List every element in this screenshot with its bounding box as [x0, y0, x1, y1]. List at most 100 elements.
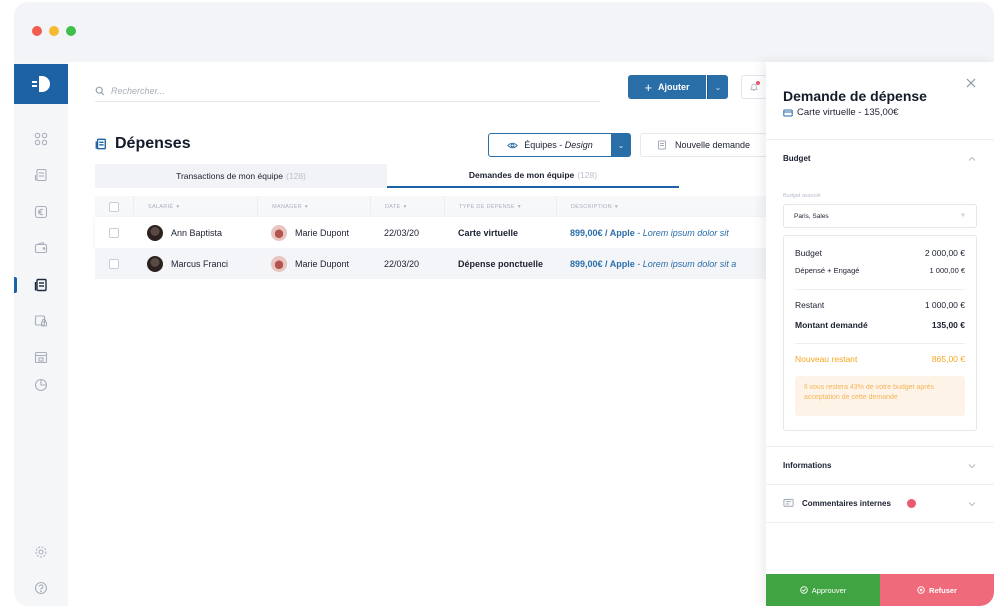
locked-card-icon[interactable]: [33, 313, 49, 329]
description-amount: 899,00€ / Apple: [570, 258, 635, 269]
budget-associated-label: Budget associé: [783, 193, 821, 199]
search-bar: [95, 80, 600, 102]
dashboard-icon[interactable]: [33, 131, 49, 147]
sort-icon: ▾: [517, 203, 521, 210]
description-amount: 899,00€ / Apple: [570, 227, 635, 238]
remaining-value: 1 000,00 €: [924, 300, 965, 310]
filter-prefix: Équipes -: [524, 140, 565, 150]
avatar: [147, 255, 163, 272]
notifications-button[interactable]: [741, 75, 767, 99]
budget-line: Budget 2 000,00 €: [795, 248, 965, 258]
help-icon[interactable]: [33, 580, 49, 596]
close-icon[interactable]: [964, 76, 978, 90]
description-cell: 899,00€ / Apple - Lorem ipsum dolor sit …: [556, 259, 768, 269]
sort-icon: ▾: [176, 203, 180, 210]
sidebar: [14, 62, 68, 606]
expense-type-cell: Dépense ponctuelle: [458, 258, 544, 269]
brand-logo[interactable]: [14, 64, 68, 104]
description-text: - Lorem ipsum dolor sit: [634, 227, 729, 238]
close-window-button[interactable]: [32, 26, 42, 36]
chevron-down-icon: [968, 501, 976, 506]
expenses-icon[interactable]: [33, 277, 49, 293]
tab-count: (128): [577, 170, 598, 180]
add-dropdown-button[interactable]: ⌄: [707, 75, 728, 99]
budget-warning: Il vous restera 43% de votre budget aprè…: [795, 376, 965, 416]
approve-button[interactable]: Approuver: [766, 574, 880, 606]
avatar: [147, 224, 163, 241]
minimize-window-button[interactable]: [49, 26, 59, 36]
add-button[interactable]: + Ajouter: [628, 75, 706, 99]
receipt-icon[interactable]: [33, 167, 49, 183]
column-expense-type[interactable]: TYPE DE DÉPENSE ▾: [444, 196, 556, 217]
x-circle-icon: [917, 586, 925, 594]
refuse-button[interactable]: Refuser: [880, 574, 994, 606]
remaining-line: Restant 1 000,00 €: [795, 300, 965, 310]
tab-label: Demandes de mon équipe: [468, 170, 575, 180]
table-row[interactable]: Ann Baptista Marie Dupont 22/03/20 Carte…: [95, 217, 768, 248]
wallet-icon[interactable]: [33, 240, 49, 256]
budget-section-header[interactable]: Budget: [766, 139, 994, 177]
new-remaining-label: Nouveau restant: [795, 354, 858, 364]
comments-section-header[interactable]: Commentaires internes: [766, 484, 994, 522]
column-description[interactable]: DESCRIPTION ▾: [556, 196, 768, 217]
table-row[interactable]: Marcus Franci Marie Dupont 22/03/20 Dépe…: [95, 248, 768, 279]
select-all-checkbox[interactable]: [109, 201, 119, 212]
caret-down-icon: ▼: [960, 213, 966, 219]
new-request-button[interactable]: Nouvelle demande: [640, 133, 768, 157]
euro-icon[interactable]: [33, 204, 49, 220]
row-select-cell: [95, 227, 133, 238]
panel-subtitle: Carte virtuelle - 135,00€: [783, 107, 898, 118]
select-value: Paris, Sales: [794, 212, 829, 220]
sort-icon: ▾: [304, 203, 308, 210]
manager-name: Marie Dupont: [295, 258, 350, 269]
employee-cell: Marcus Franci: [133, 255, 257, 272]
informations-section-header[interactable]: Informations: [766, 446, 994, 484]
expenses-title-icon: [95, 138, 106, 150]
comments-badge: [906, 499, 916, 508]
search-input[interactable]: [111, 85, 511, 96]
tab-count: (128): [286, 171, 306, 181]
remaining-label: Restant: [795, 300, 825, 310]
row-select-cell: [95, 258, 133, 269]
manager-cell: Marie Dupont: [257, 224, 370, 241]
settings-icon[interactable]: [33, 544, 49, 560]
row-checkbox[interactable]: [109, 258, 119, 269]
column-manager[interactable]: MANAGER ▾: [257, 196, 370, 217]
logo-icon: [32, 76, 50, 92]
main-content: + Ajouter ⌄ Dépenses Équipes - Design ⌄: [68, 62, 768, 606]
filter-value: Design: [564, 140, 593, 150]
budget-summary: Budget 2 000,00 € Dépensé + Engagé 1 000,0…: [783, 235, 977, 431]
pie-chart-icon[interactable]: [33, 377, 49, 393]
column-employee[interactable]: SALARIÉ ▾: [133, 196, 257, 217]
tab-team-requests[interactable]: Demandes de mon équipe (128): [387, 164, 679, 188]
requested-value: 135,00 €: [931, 320, 965, 330]
sort-icon: ▾: [614, 203, 618, 210]
row-checkbox[interactable]: [109, 227, 119, 238]
window-titlebar: [14, 2, 994, 60]
calendar-icon[interactable]: [33, 349, 49, 365]
budget-value: 2 000,00 €: [924, 248, 965, 258]
card-icon: [783, 109, 793, 116]
divider: [766, 522, 994, 523]
description-text: - Lorem ipsum dolor sit a: [634, 258, 737, 269]
team-filter-dropdown[interactable]: ⌄: [611, 133, 631, 157]
requests-table: SALARIÉ ▾ MANAGER ▾ DATE ▾ TYPE DE DÉPENSE ▾…: [95, 196, 768, 279]
select-all-column: [95, 196, 133, 217]
avatar: [271, 255, 287, 272]
column-date[interactable]: DATE ▾: [370, 196, 444, 217]
tabs: Transactions de mon équipe (128) Demande…: [95, 164, 768, 188]
approve-label: Approuver: [811, 585, 847, 595]
column-label: SALARIÉ: [148, 203, 174, 210]
section-title: Budget: [783, 154, 811, 163]
maximize-window-button[interactable]: [66, 26, 76, 36]
new-remaining-line: Nouveau restant 865,00 €: [795, 354, 965, 364]
team-filter-button[interactable]: Équipes - Design: [488, 133, 612, 157]
chevron-up-icon: [968, 156, 976, 161]
column-label: TYPE DE DÉPENSE: [459, 203, 515, 210]
page-title: Dépenses: [95, 135, 191, 153]
tab-team-transactions[interactable]: Transactions de mon équipe (128): [95, 164, 387, 188]
budget-associated-select[interactable]: Paris, Sales ▼: [783, 204, 977, 228]
requested-line: Montant demandé 135,00 €: [795, 320, 965, 330]
divider: [795, 343, 965, 344]
refuse-label: Refuser: [929, 585, 957, 595]
